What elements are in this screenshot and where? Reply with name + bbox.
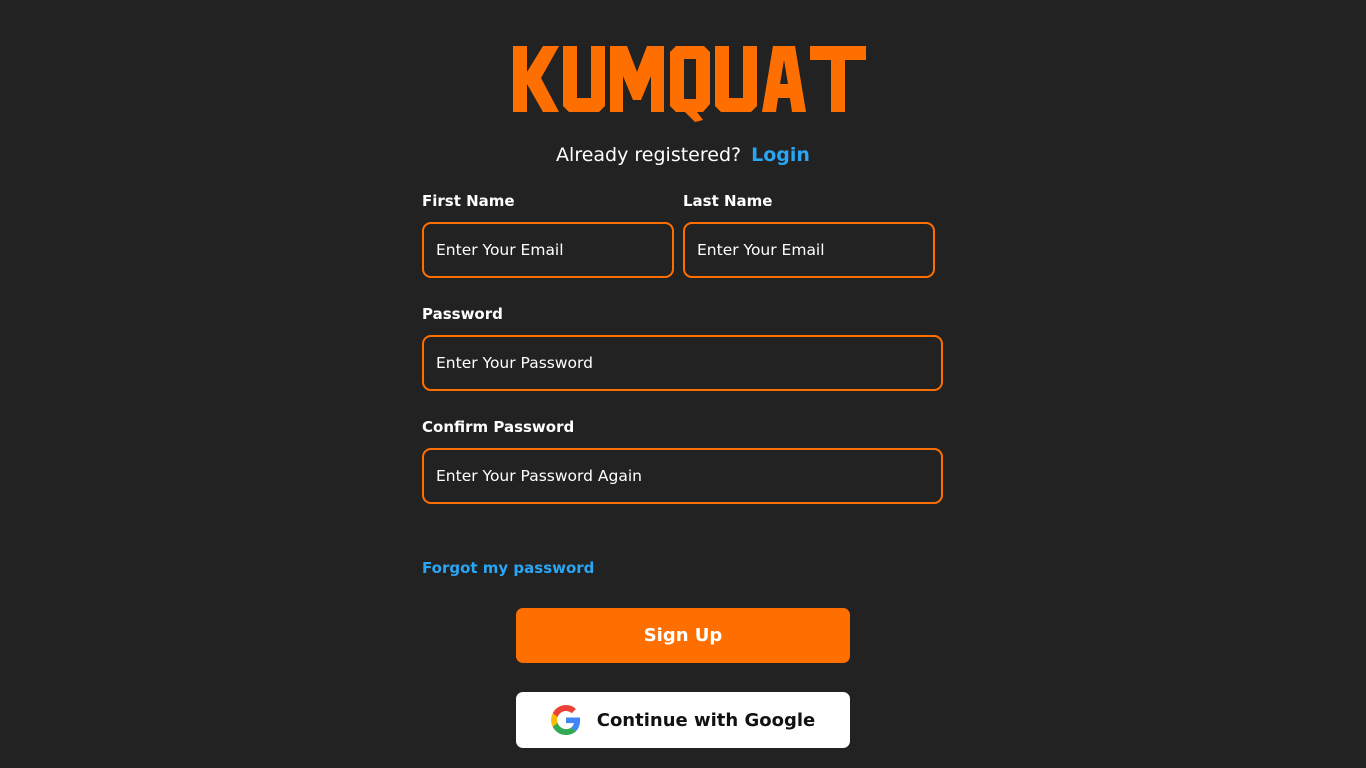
kumquat-logo [513,42,866,122]
password-label: Password [422,305,503,323]
confirm-password-label: Confirm Password [422,418,575,436]
continue-with-google-button[interactable]: Continue with Google [516,692,850,748]
continue-with-google-label: Continue with Google [596,709,816,731]
first-name-label: First Name [422,192,515,210]
last-name-label: Last Name [683,192,773,210]
last-name-input[interactable] [683,222,935,278]
login-prompt-text: Already registered? [556,144,742,166]
forgot-password-link[interactable]: Forgot my password [422,558,594,578]
first-name-input[interactable] [422,222,674,278]
google-g-icon [550,705,581,735]
password-input[interactable] [422,335,943,391]
login-prompt: Already registered? Login [0,142,1366,168]
sign-up-button[interactable]: Sign Up [516,608,850,663]
signup-page: Already registered? Login First Name Las… [0,0,1366,768]
confirm-password-input[interactable] [422,448,943,504]
login-link[interactable]: Login [751,144,810,166]
